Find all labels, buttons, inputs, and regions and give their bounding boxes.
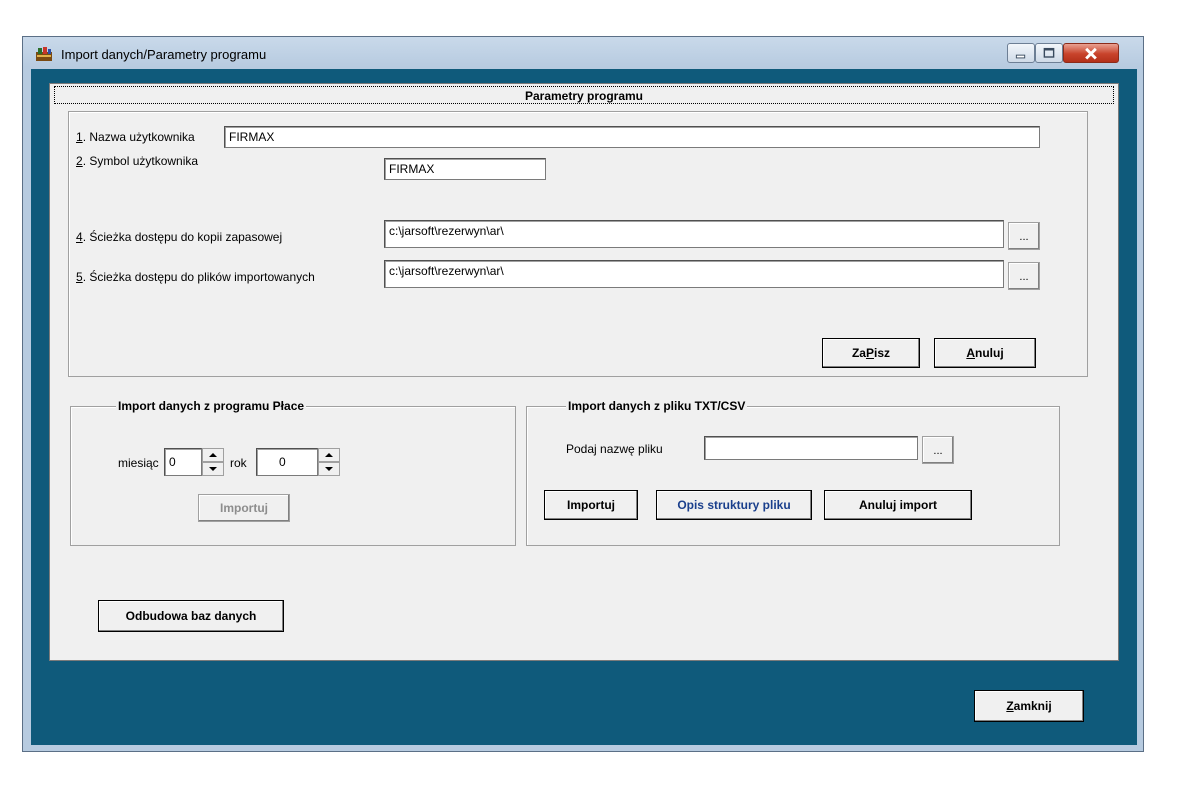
year-label: rok [230, 456, 247, 470]
app-window: Import danych/Parametry programu Paramet… [22, 36, 1144, 752]
title-bar[interactable]: Import danych/Parametry programu [23, 37, 1143, 69]
minimize-icon [1015, 54, 1026, 59]
month-spin-up[interactable] [202, 448, 224, 462]
rebuild-database-button[interactable]: Odbudowa baz danych [98, 600, 284, 632]
save-button[interactable]: ZaPisz [822, 338, 920, 368]
import-path-browse-button[interactable]: ... [1008, 262, 1040, 290]
params-header: Parametry programu [54, 86, 1114, 104]
main-panel: Parametry programu 1. Nazwa użytkownika … [49, 83, 1119, 661]
arrow-down-icon [209, 467, 217, 471]
year-spin-up[interactable] [318, 448, 340, 462]
file-name-label: Podaj nazwę pliku [566, 442, 663, 456]
arrow-down-icon [325, 467, 333, 471]
app-icon [35, 46, 53, 62]
close-button[interactable]: Zamknij [974, 690, 1084, 722]
place-import-group [70, 406, 516, 546]
backup-path-input[interactable]: c:\jarsoft\rezerwyn\ar\ [384, 220, 1004, 248]
txt-import-button[interactable]: Importuj [544, 490, 638, 520]
backup-path-label: 4. Ścieżka dostępu do kopii zapasowej [76, 230, 283, 244]
cancel-button[interactable]: Anuluj [934, 338, 1036, 368]
user-name-input[interactable]: FIRMAX [224, 126, 1040, 148]
user-symbol-input[interactable]: FIRMAX [384, 158, 546, 180]
user-name-label: 1. Nazwa użytkownika [76, 130, 195, 144]
backup-path-browse-button[interactable]: ... [1008, 222, 1040, 250]
txt-import-title: Import danych z pliku TXT/CSV [566, 399, 748, 413]
client-area: Parametry programu 1. Nazwa użytkownika … [31, 69, 1137, 745]
year-input[interactable]: 0 [256, 448, 318, 476]
import-path-input[interactable]: c:\jarsoft\rezerwyn\ar\ [384, 260, 1004, 288]
import-path-label: 5. Ścieżka dostępu do plików importowany… [76, 270, 315, 284]
arrow-up-icon [209, 453, 217, 457]
file-name-input[interactable] [704, 436, 918, 460]
month-spin-down[interactable] [202, 462, 224, 476]
arrow-up-icon [325, 453, 333, 457]
params-header-text: Parametry programu [524, 89, 644, 103]
cancel-import-button[interactable]: Anuluj import [824, 490, 972, 520]
close-icon [1085, 47, 1097, 60]
close-window-button[interactable] [1063, 43, 1119, 63]
maximize-icon [1043, 47, 1055, 58]
file-structure-button[interactable]: Opis struktury pliku [656, 490, 812, 520]
txt-import-group [526, 406, 1060, 546]
minimize-button[interactable] [1007, 43, 1035, 63]
place-import-title: Import danych z programu Płace [116, 399, 307, 413]
file-browse-button[interactable]: ... [922, 436, 954, 464]
window-title: Import danych/Parametry programu [61, 47, 267, 62]
month-input[interactable]: 0 [164, 448, 202, 476]
user-symbol-label: 2. Symbol użytkownika [76, 154, 199, 168]
year-spin-down[interactable] [318, 462, 340, 476]
maximize-button[interactable] [1035, 43, 1063, 63]
place-import-button[interactable]: Importuj [198, 494, 290, 522]
month-label: miesiąc [118, 456, 159, 470]
